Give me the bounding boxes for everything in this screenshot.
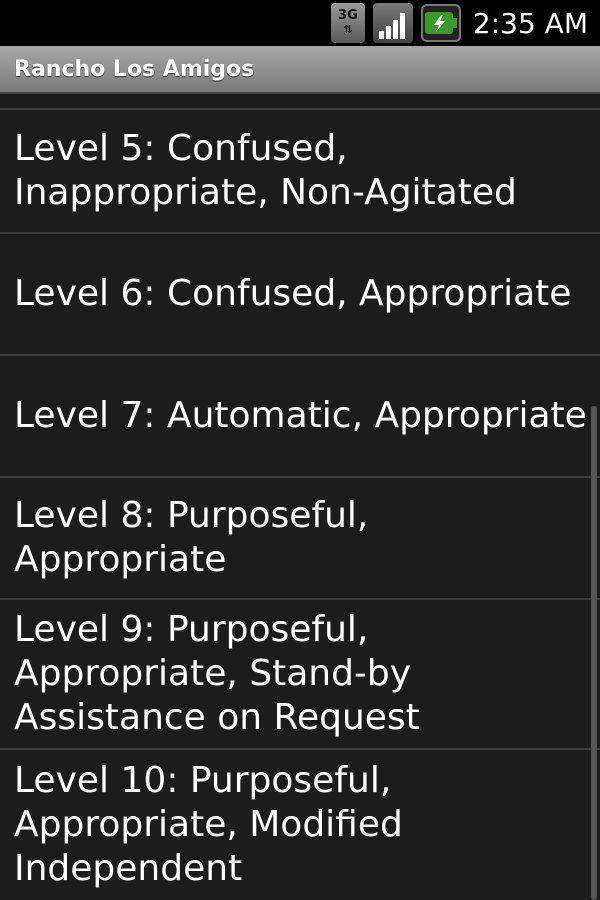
levels-list[interactable]: Level 5: Confused, Inappropriate, Non-Ag… — [0, 94, 600, 900]
network-3g-icon: 3G ⇅ — [330, 3, 365, 43]
list-item-level-5[interactable]: Level 5: Confused, Inappropriate, Non-Ag… — [0, 110, 600, 234]
network-type-label: 3G — [338, 8, 358, 23]
signal-strength-icon — [372, 3, 413, 43]
app-title: Rancho Los Amigos — [14, 56, 255, 82]
list-item-level-10[interactable]: Level 10: Purposeful, Appropriate, Modif… — [0, 750, 600, 900]
scrollbar[interactable] — [591, 406, 597, 900]
list-item-label: Level 7: Automatic, Appropriate — [14, 395, 587, 436]
list-item-level-8[interactable]: Level 8: Purposeful, Appropriate — [0, 478, 600, 600]
list-item-level-6[interactable]: Level 6: Confused, Appropriate — [0, 234, 600, 356]
list-item-label: Level 5: Confused, Inappropriate, Non-Ag… — [14, 128, 517, 213]
data-arrows-icon: ⇅ — [343, 23, 353, 36]
title-bar: Rancho Los Amigos — [0, 46, 600, 94]
list-item-label: Level 10: Purposeful, Appropriate, Modif… — [14, 760, 403, 889]
status-clock: 2:35 AM — [472, 6, 588, 40]
list-item-level-9[interactable]: Level 9: Purposeful, Appropriate, Stand-… — [0, 600, 600, 750]
battery-charging-icon — [420, 4, 461, 42]
list-item-level-7[interactable]: Level 7: Automatic, Appropriate — [0, 356, 600, 478]
list-item-label: Level 8: Purposeful, Appropriate — [14, 495, 369, 580]
list-item-label: Level 9: Purposeful, Appropriate, Stand-… — [14, 609, 420, 738]
list-item-label: Level 6: Confused, Appropriate — [14, 273, 572, 314]
status-bar: 3G ⇅ 2:35 AM — [0, 0, 600, 46]
